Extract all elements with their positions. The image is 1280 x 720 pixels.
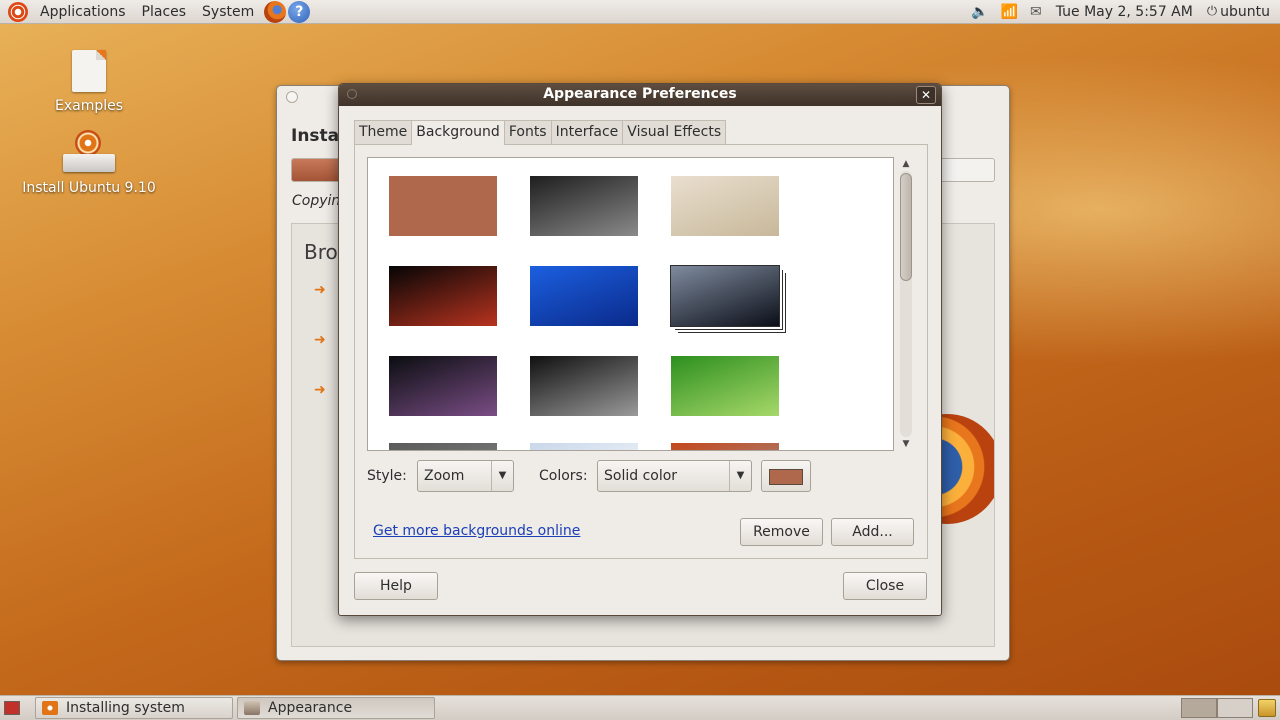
- style-combo-value: Zoom: [424, 468, 465, 484]
- get-more-backgrounds-link[interactable]: Get more backgrounds online: [373, 523, 580, 539]
- slide-heading: Bro: [304, 240, 338, 264]
- tab-interface[interactable]: Interface: [550, 120, 624, 144]
- user-name[interactable]: ubuntu: [1217, 4, 1280, 20]
- window-menu-icon[interactable]: [286, 91, 298, 103]
- desktop-icon-examples[interactable]: Examples: [14, 50, 164, 114]
- bottom-panel: Installing system Appearance Preferences: [0, 695, 1280, 720]
- close-button[interactable]: Close: [843, 572, 927, 600]
- top-panel: Applications Places System ? 🔈 📶 ✉ Tue M…: [0, 0, 1280, 24]
- wallpaper-climber-blue[interactable]: [530, 266, 638, 326]
- scroll-up-icon[interactable]: ▲: [897, 157, 915, 171]
- task-appearance-preferences[interactable]: Appearance Preferences: [237, 697, 435, 719]
- mail-icon[interactable]: ✉: [1024, 4, 1048, 20]
- close-icon[interactable]: ✕: [916, 86, 936, 104]
- wallpaper-solid-brown[interactable]: [389, 176, 497, 236]
- tab-theme[interactable]: Theme: [354, 120, 413, 144]
- folder-doc-icon: [72, 50, 106, 92]
- scroll-down-icon[interactable]: ▼: [897, 437, 915, 451]
- bullet-arrow-icon: ➜: [314, 282, 326, 298]
- style-label: Style:: [367, 468, 407, 484]
- background-tab-page: ▲ ▼ Style: Zoom ▼ Colors: Solid color ▼ …: [354, 144, 928, 559]
- installer-task-icon: [42, 701, 58, 715]
- bullet-arrow-icon: ➜: [314, 332, 326, 348]
- wallpaper-hands[interactable]: [530, 356, 638, 416]
- desktop-icon-label: Install Ubuntu 9.10: [22, 180, 156, 196]
- task-label: Appearance Preferences: [268, 700, 353, 716]
- appearance-preferences-dialog[interactable]: Appearance Preferences ✕ Theme Backgroun…: [338, 83, 942, 616]
- chevron-down-icon: ▼: [729, 461, 751, 491]
- help-button[interactable]: Help: [354, 572, 438, 600]
- wallpaper-lotus[interactable]: [389, 356, 497, 416]
- workspace-2[interactable]: [1217, 698, 1253, 718]
- installer-icon: [63, 130, 115, 174]
- colors-combo[interactable]: Solid color ▼: [597, 460, 752, 492]
- desktop-icon-label: Examples: [54, 98, 124, 114]
- wallpaper-partial-2[interactable]: [530, 443, 638, 450]
- system-tray: 🔈 📶 ✉ Tue May 2, 5:57 AM ⏻ ubuntu: [965, 0, 1280, 24]
- color-swatch: [769, 469, 803, 485]
- dialog-title: Appearance Preferences: [543, 86, 737, 102]
- wallpaper-butterfly[interactable]: [671, 176, 779, 236]
- appearance-task-icon: [244, 701, 260, 715]
- wallpaper-cherries[interactable]: [389, 266, 497, 326]
- wallpaper-dark-sea[interactable]: [530, 176, 638, 236]
- menu-system[interactable]: System: [194, 4, 262, 20]
- style-combo[interactable]: Zoom ▼: [417, 460, 514, 492]
- power-icon[interactable]: ⏻: [1201, 4, 1217, 19]
- ubuntu-logo-icon[interactable]: [8, 1, 28, 22]
- remove-button[interactable]: Remove: [740, 518, 823, 546]
- firefox-icon[interactable]: [264, 0, 287, 23]
- tab-fonts[interactable]: Fonts: [503, 120, 552, 144]
- menu-places[interactable]: Places: [134, 4, 195, 20]
- wallpaper-scrollbar[interactable]: ▲ ▼: [897, 157, 915, 451]
- workspace-1[interactable]: [1181, 698, 1217, 718]
- bullet-arrow-icon: ➜: [314, 382, 326, 398]
- desktop-icon-install-ubuntu[interactable]: Install Ubuntu 9.10: [14, 130, 164, 196]
- scroll-thumb[interactable]: [900, 173, 912, 281]
- colors-combo-value: Solid color: [604, 468, 678, 484]
- installer-title: Insta: [291, 126, 340, 146]
- tab-background[interactable]: Background: [411, 120, 505, 145]
- wallpaper-earth-space[interactable]: [670, 265, 780, 327]
- wallpaper-grass[interactable]: [671, 356, 779, 416]
- show-desktop-icon[interactable]: [4, 701, 20, 715]
- chevron-down-icon: ▼: [491, 461, 513, 491]
- color-picker-button[interactable]: [761, 460, 811, 492]
- volume-icon[interactable]: 🔈: [965, 4, 994, 20]
- tab-bar: Theme Background Fonts Interface Visual …: [354, 120, 727, 145]
- wallpaper-partial-3[interactable]: [671, 443, 779, 450]
- wallpaper-list[interactable]: [367, 157, 894, 451]
- help-icon[interactable]: ?: [288, 0, 311, 23]
- wallpaper-partial-1[interactable]: [389, 443, 497, 450]
- style-color-row: Style: Zoom ▼ Colors: Solid color ▼: [367, 459, 917, 495]
- add-button[interactable]: Add...: [831, 518, 914, 546]
- trash-icon[interactable]: [1258, 699, 1276, 717]
- install-status: Copyin: [292, 193, 341, 209]
- titlebar[interactable]: Appearance Preferences ✕: [339, 84, 941, 106]
- menu-applications[interactable]: Applications: [32, 4, 134, 20]
- network-icon[interactable]: 📶: [995, 4, 1024, 20]
- tab-visual-effects[interactable]: Visual Effects: [622, 120, 727, 144]
- colors-label: Colors:: [539, 468, 588, 484]
- task-installing-system[interactable]: Installing system: [35, 697, 233, 719]
- clock[interactable]: Tue May 2, 5:57 AM: [1048, 4, 1201, 20]
- task-label: Installing system: [66, 700, 185, 716]
